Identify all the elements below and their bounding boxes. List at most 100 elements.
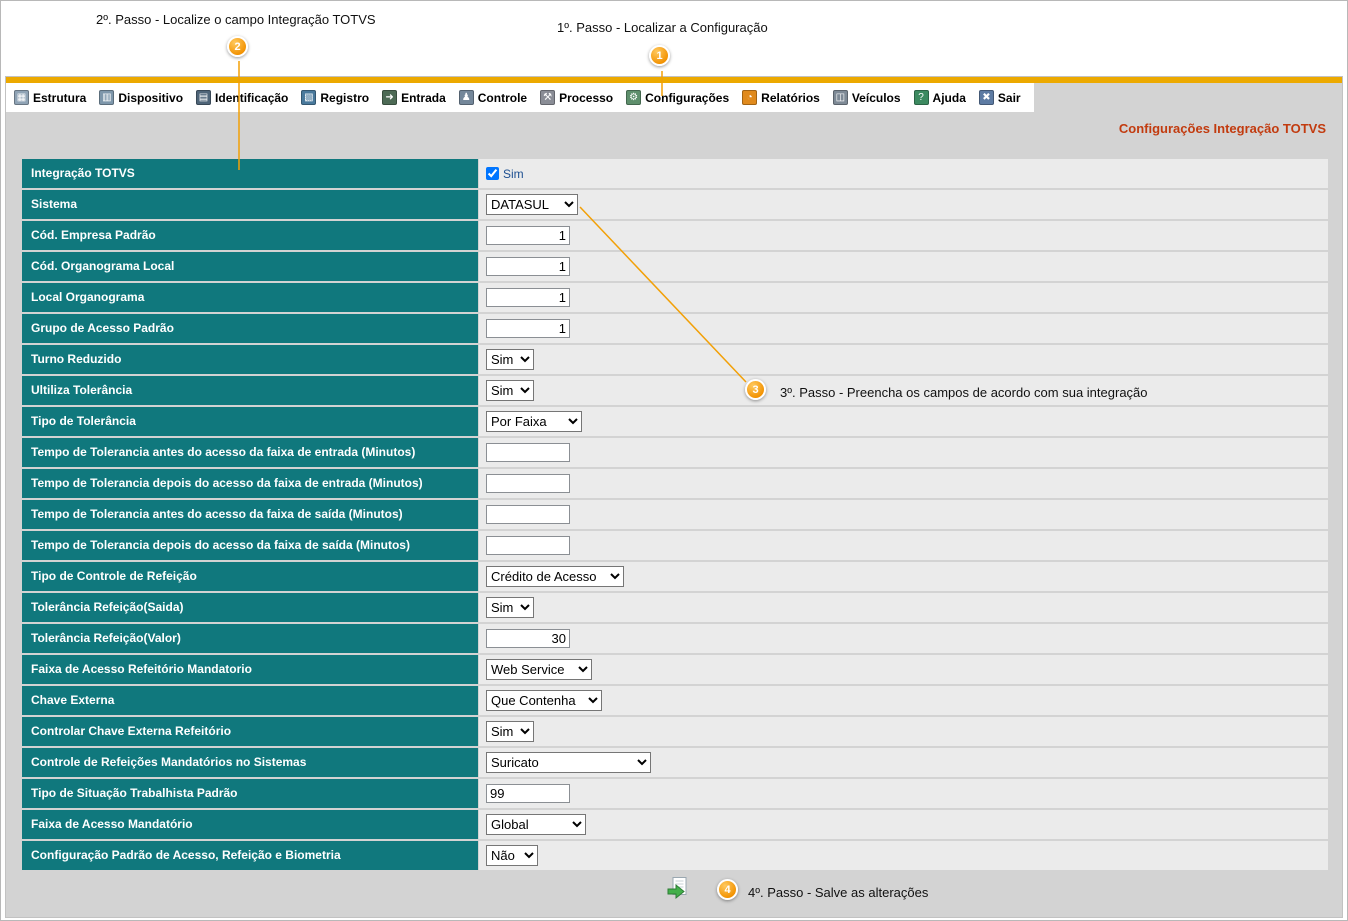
field-label-chave-externa: Chave Externa: [22, 686, 478, 715]
menu-item-label: Estrutura: [33, 91, 86, 105]
field-label-configuracao-padrao-acesso: Configuração Padrão de Acesso, Refeição …: [22, 841, 478, 870]
field-label-faixa-de-acesso-mandatorio: Faixa de Acesso Mandatório: [22, 810, 478, 839]
integracao-totvs-checkbox-label: Sim: [503, 167, 524, 181]
field-label-tempo-tolerancia-antes-saida: Tempo de Tolerancia antes do acesso da f…: [22, 500, 478, 529]
field-cell-grupo-de-acesso-padrao: [479, 314, 1328, 343]
sistema-select[interactable]: DATASUL: [486, 194, 578, 215]
form-row-sistema: Sistema DATASUL: [22, 190, 1328, 219]
field-label-local-organograma: Local Organograma: [22, 283, 478, 312]
field-cell-turno-reduzido: Sim: [479, 345, 1328, 374]
save-icon: [666, 876, 690, 900]
cod-empresa-padrao-input[interactable]: [486, 226, 570, 245]
form-row-turno-reduzido: Turno ReduzidoSim: [22, 345, 1328, 374]
menu-item-ajuda[interactable]: ? Ajuda: [914, 90, 966, 105]
field-cell-cod-organograma-local: [479, 252, 1328, 281]
field-cell-tipo-controle-refeicao: Crédito de Acesso: [479, 562, 1328, 591]
form-row-tempo-tolerancia-depois-entrada: Tempo de Tolerancia depois do acesso da …: [22, 469, 1328, 498]
tolerancia-refeicao-valor-input[interactable]: [486, 629, 570, 648]
menu-item-identificacao[interactable]: ▤Identificação: [196, 90, 288, 105]
field-cell-tolerancia-refeicao-saida: Sim: [479, 593, 1328, 622]
control-icon: ♟: [459, 90, 474, 105]
menu-item-label: Ajuda: [933, 91, 966, 105]
field-cell-faixa-de-acesso-mandatorio: Global: [479, 810, 1328, 839]
controle-refeicoes-mandatorios-select[interactable]: Suricato: [486, 752, 651, 773]
menu-item-label: Sair: [998, 91, 1021, 105]
faixa-acesso-refeitorio-mandatorio-select[interactable]: Web Service: [486, 659, 592, 680]
chave-externa-select[interactable]: Que Contenha: [486, 690, 602, 711]
turno-reduzido-select[interactable]: Sim: [486, 349, 534, 370]
step4-marker: 4: [717, 879, 738, 900]
tempo-tolerancia-antes-saida-input[interactable]: [486, 505, 570, 524]
faixa-de-acesso-mandatorio-select[interactable]: Global: [486, 814, 586, 835]
form-row-tipo-de-tolerancia: Tipo de TolerânciaPor Faixa: [22, 407, 1328, 436]
form-row-tolerancia-refeicao-saida: Tolerância Refeição(Saida) Sim: [22, 593, 1328, 622]
tempo-tolerancia-depois-saida-input[interactable]: [486, 536, 570, 555]
field-label-integracao-totvs: Integração TOTVS: [22, 159, 478, 188]
help-icon: ?: [914, 90, 929, 105]
menu-item-label: Entrada: [401, 91, 446, 105]
controlar-chave-externa-refeitorio-select[interactable]: Sim: [486, 721, 534, 742]
process-icon: ⚒: [540, 90, 555, 105]
form-row-configuracao-padrao-acesso: Configuração Padrão de Acesso, Refeição …: [22, 841, 1328, 870]
form-row-cod-empresa-padrao: Cód. Empresa Padrão: [22, 221, 1328, 250]
field-label-grupo-de-acesso-padrao: Grupo de Acesso Padrão: [22, 314, 478, 343]
save-button[interactable]: [666, 876, 690, 900]
page-title: Configurações Integração TOTVS: [1119, 121, 1326, 136]
form-row-faixa-de-acesso-mandatorio: Faixa de Acesso Mandatório Global: [22, 810, 1328, 839]
field-cell-sistema: DATASUL: [479, 190, 1328, 219]
step3-marker: 3: [745, 379, 766, 400]
menu-item-registro[interactable]: ▧Registro: [301, 90, 369, 105]
step4-annotation: 4º. Passo - Salve as alterações: [748, 885, 928, 900]
menu-item-dispositivo[interactable]: ▥Dispositivo: [99, 90, 183, 105]
tipo-situacao-trabalhista-padrao-input[interactable]: [486, 784, 570, 803]
form-row-chave-externa: Chave Externa Que Contenha: [22, 686, 1328, 715]
form-row-controle-refeicoes-mandatorios: Controle de Refeições Mandatórios no Sis…: [22, 748, 1328, 777]
menu-item-configuracoes[interactable]: ⚙Configurações: [626, 90, 729, 105]
form-row-controlar-chave-externa-refeitorio: Controlar Chave Externa RefeitórioSim: [22, 717, 1328, 746]
grupo-de-acesso-padrao-input[interactable]: [486, 319, 570, 338]
tempo-tolerancia-depois-entrada-input[interactable]: [486, 474, 570, 493]
configuracao-padrao-acesso-select[interactable]: Não: [486, 845, 538, 866]
reports-icon: ◔: [742, 90, 757, 105]
field-cell-controlar-chave-externa-refeitorio: Sim: [479, 717, 1328, 746]
field-label-faixa-acesso-refeitorio-mandatorio: Faixa de Acesso Refeitório Mandatorio: [22, 655, 478, 684]
content-panel: ▦ Estrutura ▥Dispositivo ▤Identificação ▧Reg…: [5, 76, 1343, 918]
field-label-tipo-situacao-trabalhista-padrao: Tipo de Situação Trabalhista Padrão: [22, 779, 478, 808]
field-cell-cod-empresa-padrao: [479, 221, 1328, 250]
tipo-controle-refeicao-select[interactable]: Crédito de Acesso: [486, 566, 624, 587]
form-row-tipo-situacao-trabalhista-padrao: Tipo de Situação Trabalhista Padrão: [22, 779, 1328, 808]
menu-item-estrutura[interactable]: ▦ Estrutura: [14, 90, 86, 105]
field-label-cod-organograma-local: Cód. Organograma Local: [22, 252, 478, 281]
field-cell-tipo-de-tolerancia: Por Faixa: [479, 407, 1328, 436]
form-row-tempo-tolerancia-antes-saida: Tempo de Tolerancia antes do acesso da f…: [22, 500, 1328, 529]
menu-item-processo[interactable]: ⚒Processo: [540, 90, 613, 105]
step1-annotation: 1º. Passo - Localizar a Configuração: [557, 20, 768, 35]
menu-item-veiculos[interactable]: ◫Veículos: [833, 90, 901, 105]
field-label-controle-refeicoes-mandatorios: Controle de Refeições Mandatórios no Sis…: [22, 748, 478, 777]
structure-icon: ▦: [14, 90, 29, 105]
menu-bar: ▦ Estrutura ▥Dispositivo ▤Identificação ▧Reg…: [6, 83, 1034, 112]
menu-item-relatorios[interactable]: ◔Relatórios: [742, 90, 820, 105]
local-organograma-input[interactable]: [486, 288, 570, 307]
field-label-tipo-controle-refeicao: Tipo de Controle de Refeição: [22, 562, 478, 591]
field-label-tempo-tolerancia-depois-entrada: Tempo de Tolerancia depois do acesso da …: [22, 469, 478, 498]
field-label-tolerancia-refeicao-saida: Tolerância Refeição(Saida): [22, 593, 478, 622]
field-cell-tipo-situacao-trabalhista-padrao: [479, 779, 1328, 808]
cod-organograma-local-input[interactable]: [486, 257, 570, 276]
menu-item-sair[interactable]: ✖Sair: [979, 90, 1021, 105]
tempo-tolerancia-antes-entrada-input[interactable]: [486, 443, 570, 462]
field-cell-tolerancia-refeicao-valor: [479, 624, 1328, 653]
settings-icon: ⚙: [626, 90, 641, 105]
menu-item-label: Veículos: [852, 91, 901, 105]
menu-item-entrada[interactable]: ➜Entrada: [382, 90, 446, 105]
tolerancia-refeicao-saida-select[interactable]: Sim: [486, 597, 534, 618]
field-label-sistema: Sistema: [22, 190, 478, 219]
utiliza-tolerancia-select[interactable]: Sim: [486, 380, 534, 401]
step3-annotation: 3º. Passo - Preencha os campos de acordo…: [780, 385, 1148, 400]
menu-item-controle[interactable]: ♟ Controle: [459, 90, 527, 105]
integracao-totvs-checkbox[interactable]: [486, 167, 499, 180]
tipo-de-tolerancia-select[interactable]: Por Faixa: [486, 411, 582, 432]
field-cell-tempo-tolerancia-antes-saida: [479, 500, 1328, 529]
menu-item-label: Controle: [478, 91, 527, 105]
step2-annotation: 2º. Passo - Localize o campo Integração …: [96, 12, 376, 27]
